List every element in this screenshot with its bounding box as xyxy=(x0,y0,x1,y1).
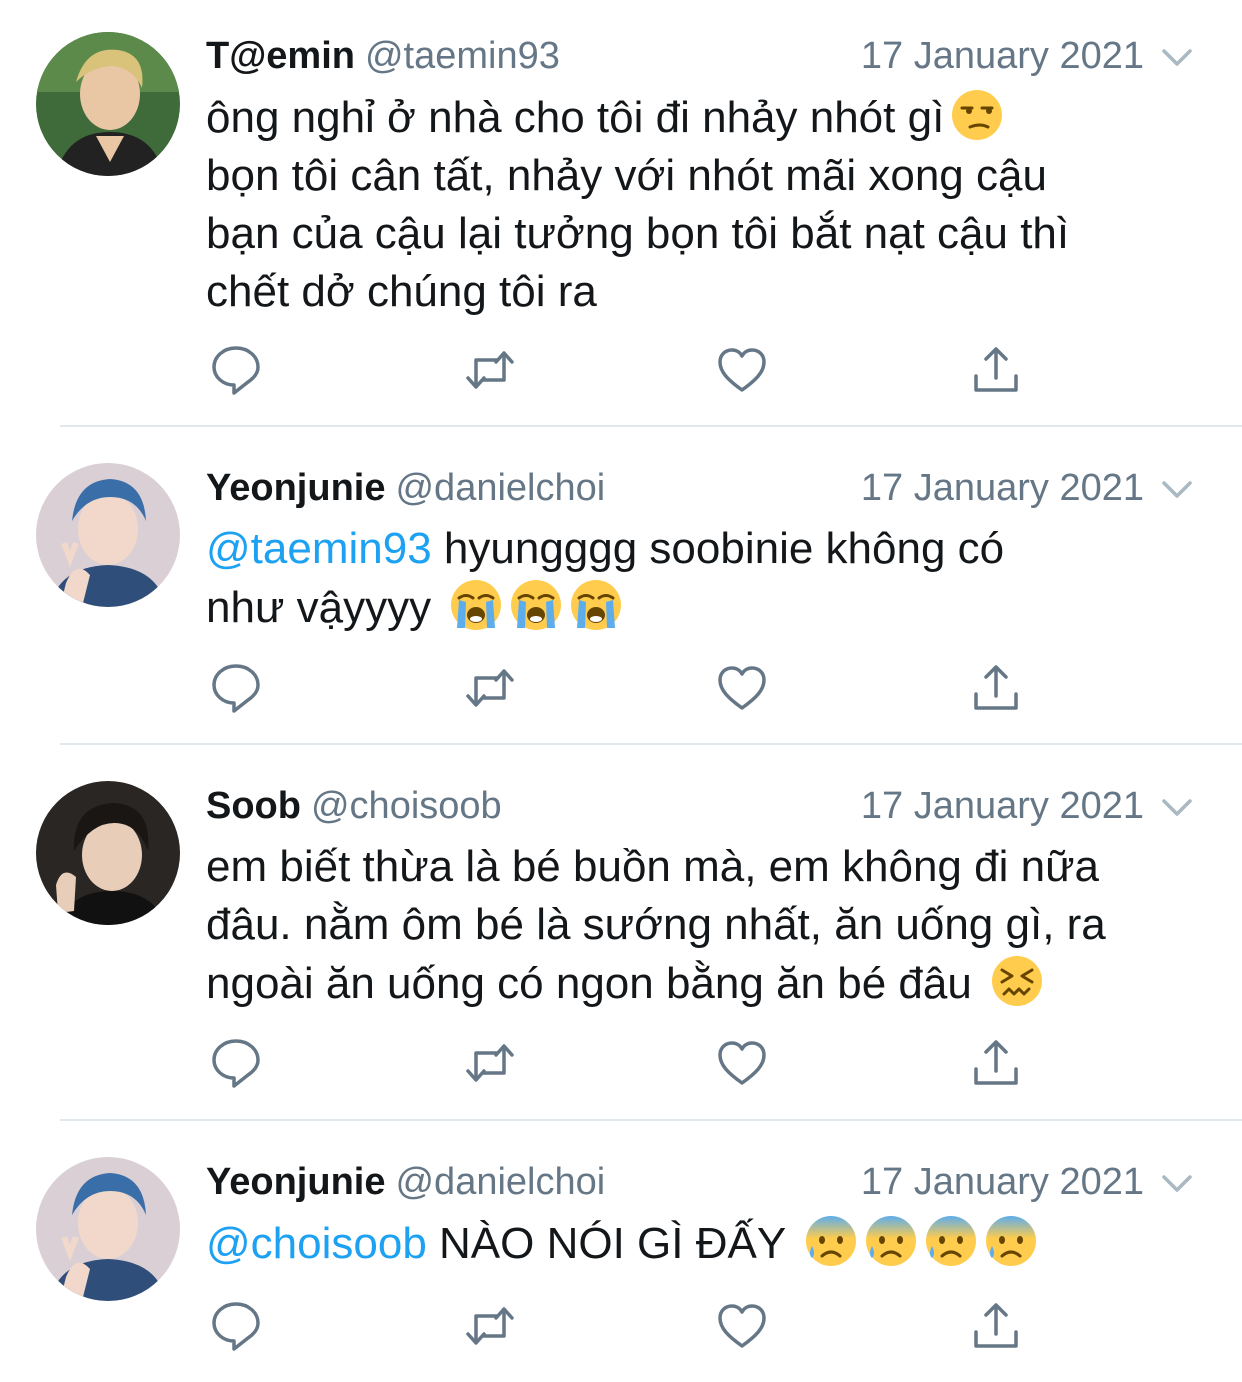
reply-icon xyxy=(212,1039,260,1088)
share-button[interactable] xyxy=(968,1300,1024,1352)
share-icon xyxy=(974,347,1018,392)
tweet-date: 17 January 2021 xyxy=(860,785,1144,827)
tweet-text: @taemin93 hyungggg soobinie không có như… xyxy=(206,520,1206,637)
share-icon xyxy=(974,665,1018,710)
retweet-button[interactable] xyxy=(462,1037,518,1089)
tweet-line: ngoài ăn uống có ngon bằng ăn bé đâu xyxy=(206,959,972,1008)
like-button[interactable] xyxy=(714,662,770,714)
divider xyxy=(60,743,1242,745)
anxious-face-with-sweat-emoji xyxy=(804,1214,858,1268)
confounded-face-emoji xyxy=(990,954,1044,1008)
divider xyxy=(60,425,1242,427)
tweet-line: như vậyyyy xyxy=(206,583,432,632)
user-name[interactable]: Yeonjunie @danielchoi xyxy=(206,1158,605,1206)
display-name[interactable]: Yeonjunie xyxy=(206,467,385,509)
unamused-face-emoji xyxy=(950,88,1004,142)
share-button[interactable] xyxy=(968,662,1024,714)
user-handle[interactable]: @choisoob xyxy=(311,785,502,827)
tweet-line: hyungggg soobinie không có xyxy=(443,524,1005,573)
like-icon xyxy=(718,1304,766,1348)
tweet-text: ông nghỉ ở nhà cho tôi đi nhảy nhót gì b… xyxy=(206,88,1206,321)
user-handle[interactable]: @taemin93 xyxy=(365,35,560,77)
tweet-date: 17 January 2021 xyxy=(860,467,1144,509)
retweet-icon xyxy=(466,1307,514,1345)
tweet-date: 17 January 2021 xyxy=(860,1161,1144,1203)
reply-icon xyxy=(212,1302,260,1351)
share-icon xyxy=(974,1040,1018,1085)
anxious-face-with-sweat-emoji xyxy=(864,1214,918,1268)
tweet-text: @choisoob NÀO NÓI GÌ ĐẤY xyxy=(206,1214,1206,1273)
loudly-crying-face-emoji xyxy=(509,578,563,632)
retweet-icon xyxy=(466,351,514,389)
retweet-icon xyxy=(466,1044,514,1082)
display-name[interactable]: Soob xyxy=(206,785,301,827)
chevron-down-icon[interactable] xyxy=(1158,788,1196,826)
reply-icon xyxy=(212,664,260,713)
like-icon xyxy=(718,666,766,710)
share-icon xyxy=(974,1303,1018,1348)
tweet-actions xyxy=(206,662,1026,714)
mention-link[interactable]: @choisoob xyxy=(206,1219,427,1268)
retweet-button[interactable] xyxy=(462,1300,518,1352)
like-button[interactable] xyxy=(714,344,770,396)
tweet-date: 17 January 2021 xyxy=(860,35,1144,77)
reply-button[interactable] xyxy=(208,344,264,396)
retweet-button[interactable] xyxy=(462,662,518,714)
divider xyxy=(60,1119,1242,1121)
tweet-actions xyxy=(206,1037,1026,1089)
share-button[interactable] xyxy=(968,1037,1024,1089)
like-button[interactable] xyxy=(714,1037,770,1089)
reply-button[interactable] xyxy=(208,1037,264,1089)
chevron-down-icon[interactable] xyxy=(1158,470,1196,508)
retweet-button[interactable] xyxy=(462,344,518,396)
user-handle[interactable]: @danielchoi xyxy=(395,467,605,509)
tweet-line: bạn của cậu lại tưởng bọn tôi bắt nạt cậ… xyxy=(206,209,1070,258)
tweet-line: chết dở chúng tôi ra xyxy=(206,267,597,316)
tweet-line: bọn tôi cân tất, nhảy với nhót mãi xong … xyxy=(206,151,1047,200)
share-button[interactable] xyxy=(968,344,1024,396)
tweet-line: em biết thừa là bé buồn mà, em không đi … xyxy=(206,842,1099,891)
loudly-crying-face-emoji xyxy=(449,578,503,632)
tweet-line: ông nghỉ ở nhà cho tôi đi nhảy nhót gì xyxy=(206,93,945,142)
user-handle[interactable]: @danielchoi xyxy=(395,1161,605,1203)
user-name[interactable]: Soob @choisoob xyxy=(206,782,502,830)
anxious-face-with-sweat-emoji xyxy=(924,1214,978,1268)
retweet-icon xyxy=(466,669,514,707)
avatar[interactable] xyxy=(36,781,180,925)
mention-link[interactable]: @taemin93 xyxy=(206,524,432,573)
avatar[interactable] xyxy=(36,32,180,176)
chevron-down-icon[interactable] xyxy=(1158,1164,1196,1202)
display-name[interactable]: T@emin xyxy=(206,35,355,77)
like-icon xyxy=(718,1041,766,1085)
reply-button[interactable] xyxy=(208,1300,264,1352)
chevron-down-icon[interactable] xyxy=(1158,38,1196,76)
tweet-actions xyxy=(206,344,1026,396)
avatar[interactable] xyxy=(36,463,180,607)
user-name[interactable]: Yeonjunie @danielchoi xyxy=(206,464,605,512)
avatar[interactable] xyxy=(36,1157,180,1301)
tweet-text: em biết thừa là bé buồn mà, em không đi … xyxy=(206,838,1206,1013)
like-icon xyxy=(718,348,766,392)
like-button[interactable] xyxy=(714,1300,770,1352)
tweet-line: NÀO NÓI GÌ ĐẤY xyxy=(439,1219,786,1268)
display-name[interactable]: Yeonjunie xyxy=(206,1161,385,1203)
anxious-face-with-sweat-emoji xyxy=(984,1214,1038,1268)
loudly-crying-face-emoji xyxy=(569,578,623,632)
tweet-actions xyxy=(206,1300,1026,1352)
reply-button[interactable] xyxy=(208,662,264,714)
reply-icon xyxy=(212,346,260,395)
tweet-line: đâu. nằm ôm bé là sướng nhất, ăn uống gì… xyxy=(206,900,1106,949)
user-name[interactable]: T@emin @taemin93 xyxy=(206,32,560,80)
